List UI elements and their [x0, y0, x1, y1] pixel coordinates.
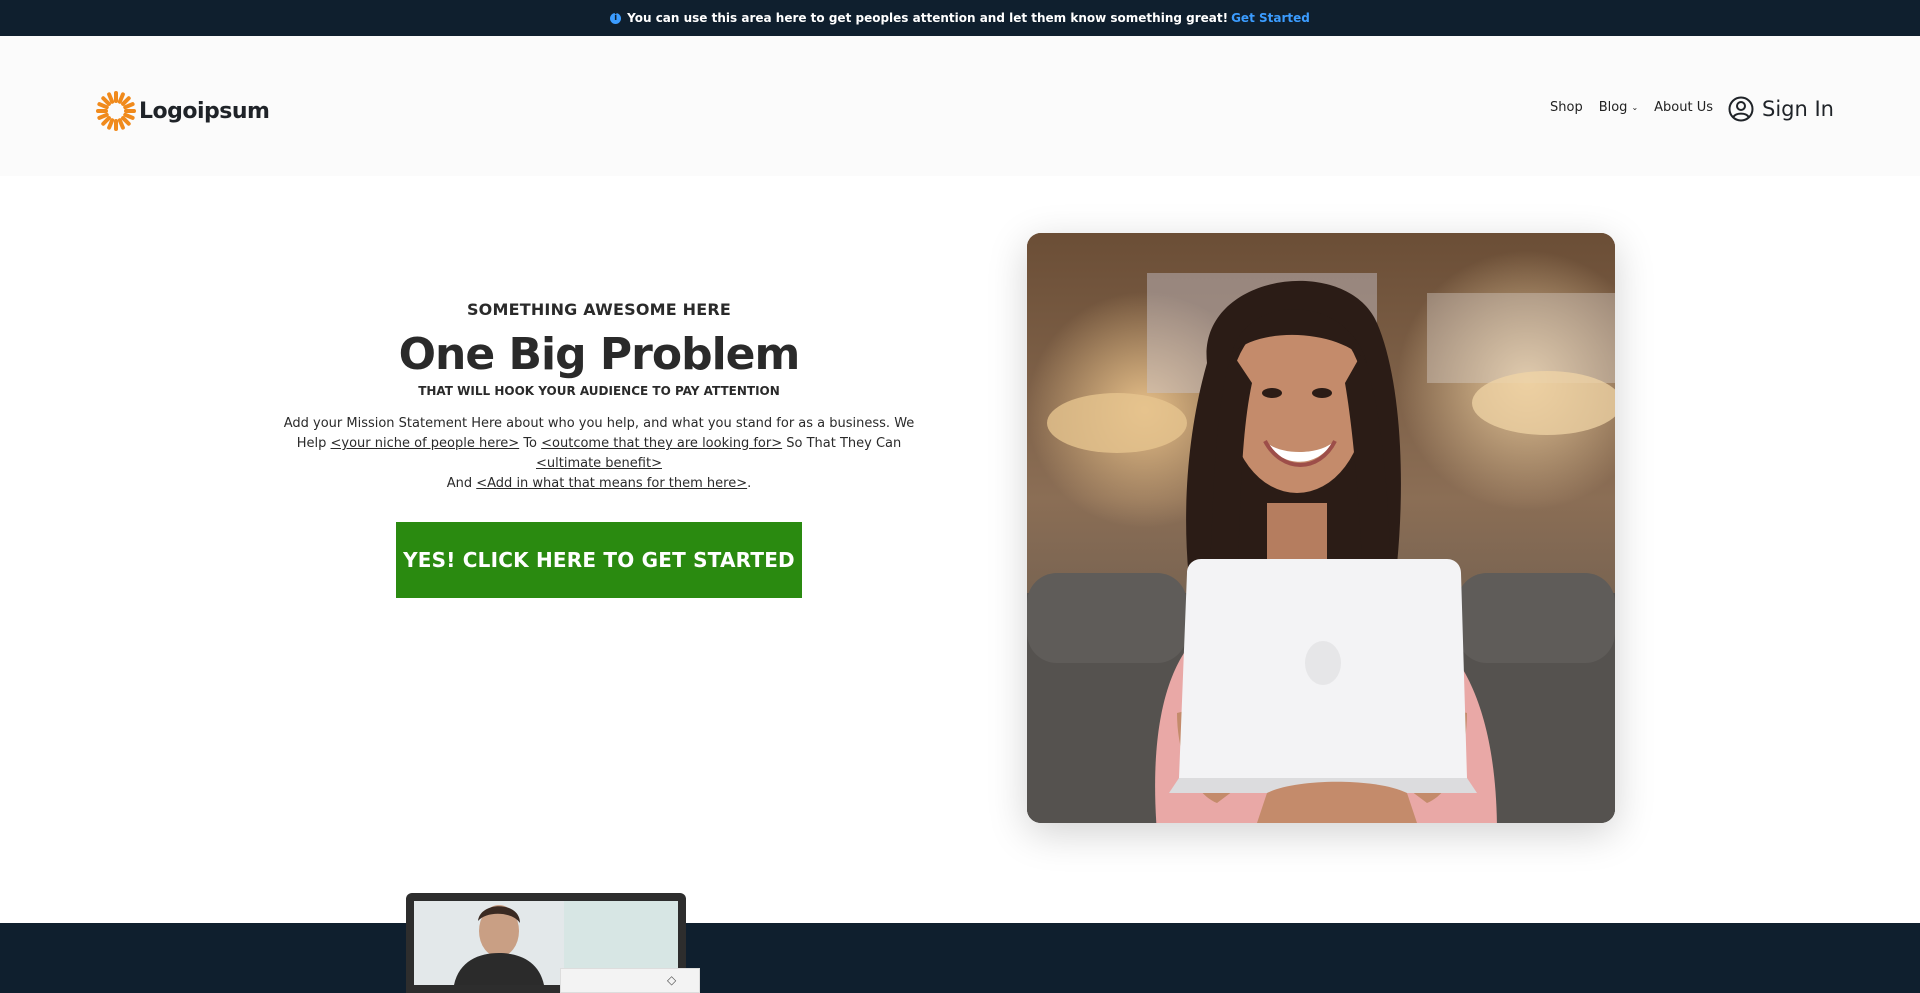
user-circle-icon	[1728, 96, 1754, 122]
mission-text: So That They Can	[782, 436, 902, 451]
main-nav: Shop Blog ⌄ About Us	[1550, 100, 1729, 115]
hero-subhead: THAT WILL HOOK YOUR AUDIENCE TO PAY ATTE…	[418, 384, 780, 398]
announcement-text: You can use this area here to get people…	[627, 11, 1229, 25]
announcement-get-started-link[interactable]: Get Started	[1231, 11, 1310, 25]
sunburst-logo-icon	[96, 91, 136, 131]
hero-eyebrow: SOMETHING AWESOME HERE	[466, 300, 732, 319]
hero-headline: One Big Problem	[398, 329, 801, 380]
announcement-bar: i You can use this area here to get peop…	[0, 0, 1920, 36]
hero-content: SOMETHING AWESOME HERE One Big Problem T…	[270, 300, 928, 598]
info-icon: i	[610, 12, 622, 24]
floating-card: ◇	[560, 968, 700, 993]
sign-in-label: Sign In	[1762, 97, 1834, 121]
diamond-icon: ◇	[667, 973, 677, 987]
mission-benefit-link[interactable]: <ultimate benefit>	[536, 456, 662, 471]
site-header: Logoipsum Shop Blog ⌄ About Us Sign In	[0, 36, 1920, 176]
mission-meaning-link[interactable]: <Add in what that means for them here>	[476, 476, 747, 491]
hero-image	[1027, 233, 1615, 823]
get-started-cta-button[interactable]: YES! CLICK HERE TO GET STARTED	[396, 522, 802, 598]
logo[interactable]: Logoipsum	[96, 91, 270, 131]
woman-with-laptop-illustration	[1027, 233, 1615, 823]
logo-text: Logoipsum	[139, 98, 270, 124]
mission-outcome-link[interactable]: <outcome that they are looking for>	[541, 436, 782, 451]
nav-item-blog[interactable]: Blog ⌄	[1599, 100, 1638, 115]
mission-statement: Add your Mission Statement Here about wh…	[270, 414, 928, 494]
mission-niche-link[interactable]: <your niche of people here>	[331, 436, 520, 451]
sign-in-button[interactable]: Sign In	[1728, 96, 1834, 122]
mission-text: To	[519, 436, 542, 451]
nav-item-shop[interactable]: Shop	[1550, 100, 1583, 115]
nav-item-about-us[interactable]: About Us	[1654, 100, 1713, 115]
next-section-band	[0, 923, 1920, 993]
chevron-down-icon: ⌄	[1631, 103, 1639, 112]
mission-text: And	[446, 476, 477, 491]
mission-text: .	[747, 476, 752, 491]
nav-item-label: About Us	[1654, 100, 1714, 115]
nav-item-label: Blog	[1598, 100, 1628, 115]
nav-item-label: Shop	[1550, 100, 1583, 115]
